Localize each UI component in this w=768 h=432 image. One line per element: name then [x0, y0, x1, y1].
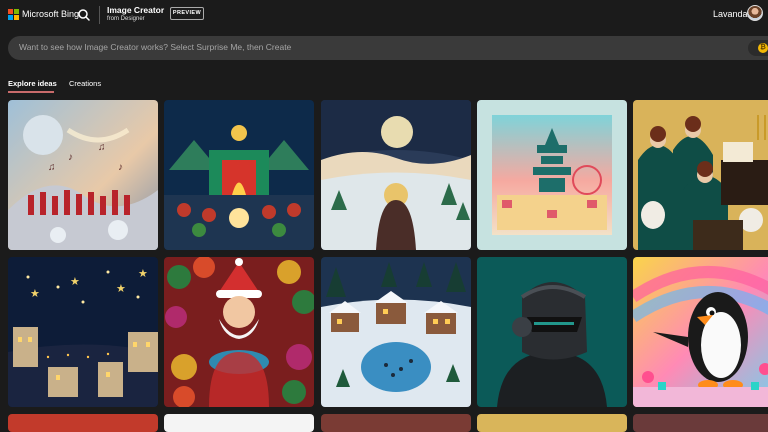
snow-village-moon-image	[321, 100, 471, 250]
preview-badge: PREVIEW	[170, 7, 204, 20]
tile-row3-5[interactable]	[633, 414, 768, 432]
clay-campfire-image	[164, 100, 314, 250]
header-divider	[99, 6, 100, 24]
brand-name[interactable]: Microsoft Bing	[22, 9, 79, 19]
prompt-input[interactable]	[19, 42, 719, 52]
coin-icon: ₿	[758, 43, 768, 53]
avatar[interactable]	[747, 5, 763, 21]
tab-explore-ideas[interactable]: Explore ideas	[8, 79, 57, 88]
tile-row3-4[interactable]	[477, 414, 627, 432]
boosts-indicator[interactable]: ₿ 1	[748, 40, 768, 56]
penguin-3d-image	[633, 257, 768, 407]
tile-women-piano-cats[interactable]	[633, 100, 768, 250]
search-button[interactable]	[74, 5, 94, 25]
tile-clay-campfire[interactable]	[164, 100, 314, 250]
microsoft-logo-icon[interactable]	[8, 9, 19, 20]
tile-row3-3[interactable]	[321, 414, 471, 432]
header: Microsoft Bing Image Creator from Design…	[0, 0, 768, 32]
tile-snowy-village-aerial[interactable]	[321, 257, 471, 407]
svg-text:♪: ♪	[118, 162, 123, 173]
svg-text:♪: ♪	[68, 152, 73, 163]
app-subtitle: from Designer	[107, 16, 145, 22]
night-town-stars-image: ★ ★ ★ ★	[8, 257, 158, 407]
svg-text:★: ★	[116, 283, 126, 295]
snowy-village-aerial-image	[321, 257, 471, 407]
tile-penguin-3d[interactable]	[633, 257, 768, 407]
choir-winter-image: ♪ ♫ ♪ ♫	[8, 100, 158, 250]
active-tab-indicator	[8, 91, 54, 93]
tab-creations[interactable]: Creations	[69, 79, 101, 88]
svg-text:★: ★	[70, 276, 80, 288]
search-icon	[78, 9, 90, 21]
tile-snow-village-moon[interactable]	[321, 100, 471, 250]
paper-pagoda-image	[477, 100, 627, 250]
santa-ornaments-image	[164, 257, 314, 407]
tile-robot-portrait[interactable]	[477, 257, 627, 407]
prompt-bar: ₿ 1	[8, 36, 768, 60]
tile-choir-winter[interactable]: ♪ ♫ ♪ ♫	[8, 100, 158, 250]
tile-paper-pagoda[interactable]	[477, 100, 627, 250]
svg-text:★: ★	[138, 268, 148, 280]
tile-row3-1[interactable]	[8, 414, 158, 432]
tile-row3-2[interactable]	[164, 414, 314, 432]
user-name[interactable]: Lavanda	[713, 9, 748, 19]
svg-text:★: ★	[30, 288, 40, 300]
women-piano-cats-image	[633, 100, 768, 250]
tile-night-town-stars[interactable]: ★ ★ ★ ★	[8, 257, 158, 407]
svg-text:♫: ♫	[48, 162, 56, 173]
svg-text:♫: ♫	[98, 142, 106, 153]
tile-santa-ornaments[interactable]	[164, 257, 314, 407]
robot-portrait-image	[477, 257, 627, 407]
app-title[interactable]: Image Creator	[107, 5, 164, 15]
